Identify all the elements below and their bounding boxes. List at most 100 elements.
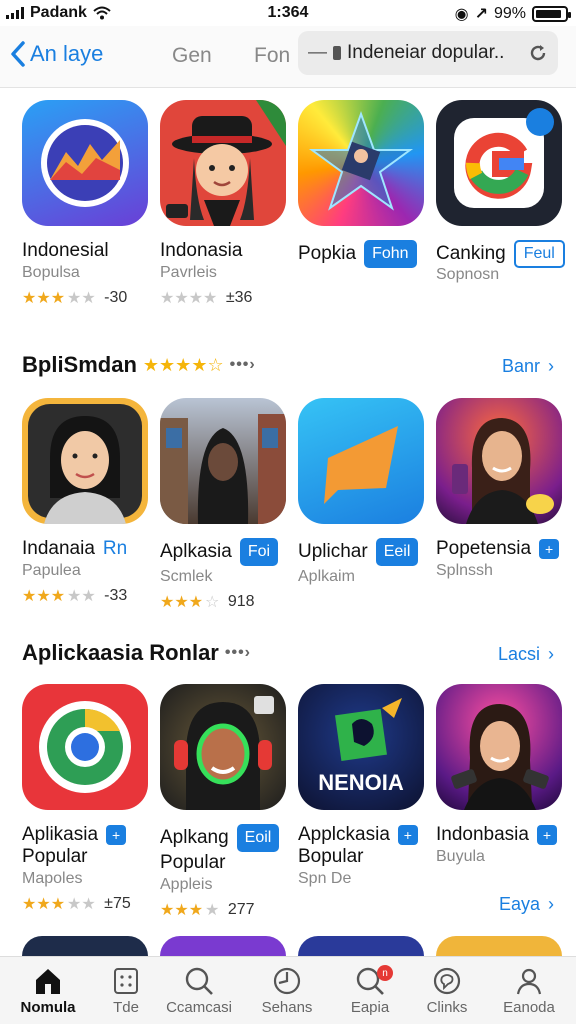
lock-icon	[333, 46, 341, 60]
reload-icon[interactable]	[528, 43, 548, 63]
chevron-right-icon: ›	[548, 644, 554, 664]
app-rating: ★★★ ★★ ±75	[22, 895, 131, 913]
search-field[interactable]: — Indeneiar dopular..	[298, 31, 558, 75]
app-tag: Rn	[102, 538, 128, 559]
app-icon-portrait-woman	[22, 398, 148, 524]
app-card[interactable]: Popkia Fohn	[298, 100, 428, 268]
link-label: Lacsi	[497, 644, 540, 664]
chat-icon	[433, 967, 461, 995]
section-aplickaasia: Aplickaasia Ronlar •••› Lacsi › Aplikasia…	[0, 636, 576, 936]
section-title: BpliSmdan	[22, 352, 137, 377]
app-name-row: Applckasia +	[298, 824, 428, 846]
app-name-row: Indanaia Rn	[22, 538, 152, 560]
rating-count: ±75	[104, 895, 131, 912]
rating-count: ±36	[225, 289, 253, 306]
add-button[interactable]: +	[536, 825, 557, 845]
app-name-row: Indonbasia +	[436, 824, 566, 846]
person-icon	[516, 968, 542, 995]
app-rating: ★★★ ★★ -30	[22, 289, 128, 307]
app-name: Aplkasia	[160, 541, 232, 562]
app-subtitle: Spn De	[298, 870, 352, 887]
get-button[interactable]: Eoil	[236, 824, 280, 852]
tab-eapia[interactable]: n Eapia	[329, 963, 411, 1016]
section-bplismdan: BpliSmdan ★★★★☆ •••› Banr › Indanaia Rn Pa…	[0, 346, 576, 626]
app-card[interactable]: Aplikasia + Popular Mapoles ★★★ ★★ ±75	[22, 684, 152, 914]
get-button[interactable]: Eeil	[375, 538, 419, 566]
app-card[interactable]: Indonasia Pavrleis ★★★★ ±36	[160, 100, 290, 308]
link-label: Eaya	[498, 894, 540, 914]
app-name: Applckasia	[298, 824, 390, 845]
dash-icon: —	[308, 42, 327, 63]
app-card[interactable]: Indanaia Rn Papulea ★★★ ★★ -33	[22, 398, 152, 606]
tab-label: Clinks	[426, 999, 468, 1016]
star-icons: ★★★★☆	[142, 354, 224, 375]
app-rating: ★★★ ☆ 918	[160, 593, 255, 611]
tab-home[interactable]: Nomula	[7, 963, 89, 1016]
chevron-right-icon: ›	[548, 894, 554, 914]
chevron-left-icon	[11, 41, 25, 67]
app-subtitle: Papulea	[22, 562, 81, 579]
app-name-row: Canking Feul	[436, 240, 566, 268]
section-title: Aplickaasia Ronlar	[22, 640, 219, 665]
app-name: Indonesial	[22, 240, 109, 261]
add-button[interactable]: +	[539, 539, 560, 559]
app-icon-street-hood	[160, 398, 286, 524]
app-icon-rainbow-star	[298, 100, 424, 226]
see-all-link[interactable]: Banr ›	[502, 356, 554, 377]
add-button[interactable]: +	[397, 825, 418, 845]
app-icon-nenoia: NENOIA	[298, 684, 424, 810]
app-card[interactable]: Indonesial Bopulsa ★★★ ★★ -30	[22, 100, 152, 308]
notification-badge: n	[377, 965, 393, 981]
nav-tab-fon[interactable]: Fon	[254, 44, 290, 68]
tab-label: Eapia	[350, 999, 390, 1016]
tab-profile[interactable]: Eanoda	[488, 963, 570, 1016]
app-card[interactable]: NENOIA Applckasia + Bopular Spn De	[298, 684, 428, 888]
app-name: Popetensia	[436, 538, 532, 559]
tab-search[interactable]: Ccamcasi	[158, 963, 240, 1016]
home-icon	[36, 969, 60, 994]
get-button[interactable]: Fohn	[364, 240, 417, 268]
app-icon-woman-phone	[436, 398, 562, 524]
get-button[interactable]: Foi	[239, 538, 279, 566]
see-all-link[interactable]: Lacsi ›	[498, 644, 554, 665]
app-card[interactable]: Canking Feul Sopnosn	[436, 100, 566, 284]
app-name-row: Aplikasia +	[22, 824, 152, 846]
app-icon-google	[436, 100, 562, 226]
more-link[interactable]: Eaya ›	[499, 894, 554, 915]
back-button[interactable]: An laye	[10, 40, 103, 68]
more-dots-icon[interactable]: •••›	[225, 644, 251, 662]
app-card[interactable]: Popetensia + Splnssh	[436, 398, 566, 580]
tab-clinks[interactable]: Clinks	[406, 963, 488, 1016]
tab-label: Tde	[113, 999, 139, 1016]
get-button[interactable]: Feul	[513, 240, 565, 268]
app-subtitle: Bopulsa	[22, 264, 80, 281]
rating-count: 918	[227, 593, 255, 610]
app-subtitle: Aplkaim	[298, 568, 355, 585]
app-name-row: Aplkasia Foi	[160, 538, 290, 566]
link-label: Banr	[501, 356, 540, 376]
app-subtitle: Scmlek	[160, 568, 213, 585]
app-icon-chat-bubble	[298, 398, 424, 524]
app-icon-chart	[22, 100, 148, 226]
app-card[interactable]: Uplichar Eeil Aplkaim	[298, 398, 428, 586]
tab-label: Ccamcasi	[166, 999, 232, 1016]
app-card[interactable]: Aplkang Eoil Popular Appleis ★★★ ★ 277	[160, 684, 290, 920]
tab-label: Nomula	[20, 999, 76, 1016]
add-button[interactable]: +	[106, 825, 127, 845]
search-text: Indeneiar dopular..	[347, 42, 505, 63]
rating-count: -33	[104, 587, 128, 604]
app-subtitle: Pavrleis	[160, 264, 217, 281]
more-dots-icon[interactable]: •••›	[230, 356, 256, 374]
tab-updates[interactable]: Sehans	[246, 963, 328, 1016]
nav-tab-gen[interactable]: Gen	[172, 44, 212, 68]
app-name-line2: Popular	[160, 852, 226, 873]
battery-percent: 99%	[493, 5, 526, 22]
app-name: Popkia	[298, 243, 357, 264]
app-card[interactable]: Indonbasia + Buyula	[436, 684, 566, 866]
app-rating: ★★★ ★ 277	[160, 901, 255, 919]
app-card[interactable]: Aplkasia Foi Scmlek ★★★ ☆ 918	[160, 398, 290, 612]
tab-today[interactable]: Tde	[85, 963, 167, 1016]
app-name-line2: Popular	[22, 846, 88, 867]
chevron-right-icon: ›	[548, 356, 554, 376]
battery-icon	[532, 6, 571, 22]
